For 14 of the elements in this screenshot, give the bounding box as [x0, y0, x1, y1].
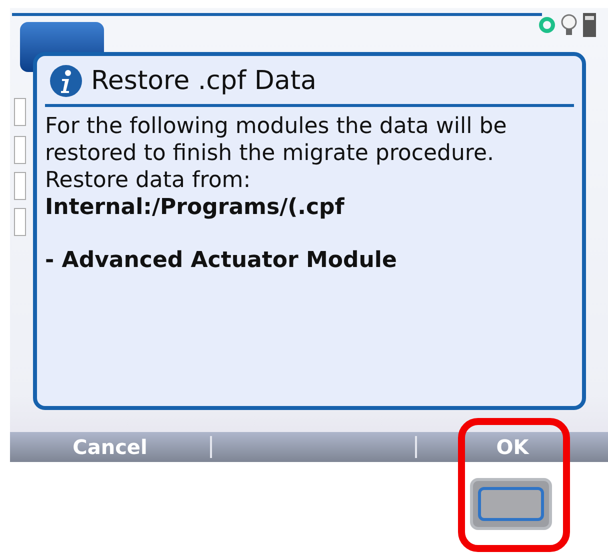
- dialog-message: For the following modules the data will be restored to finish the migrate procedure.: [45, 113, 508, 167]
- list-row-edge: [14, 172, 26, 200]
- dialog-title: Restore .cpf Data: [91, 66, 316, 96]
- lightbulb-icon[interactable]: [560, 13, 578, 37]
- info-icon: [49, 64, 83, 98]
- source-label: Restore data from:: [45, 167, 252, 194]
- list-row-edge: [14, 98, 26, 126]
- list-row-edge: [14, 208, 26, 236]
- list-row-edge: [14, 136, 26, 164]
- ok-softkey[interactable]: OK: [492, 435, 533, 459]
- calculator-icon[interactable]: [582, 12, 596, 38]
- source-path: Internal:/Programs/(.cpf: [45, 194, 346, 221]
- cancel-softkey[interactable]: Cancel: [68, 435, 152, 459]
- module-name: - Advanced Actuator Module: [45, 247, 398, 274]
